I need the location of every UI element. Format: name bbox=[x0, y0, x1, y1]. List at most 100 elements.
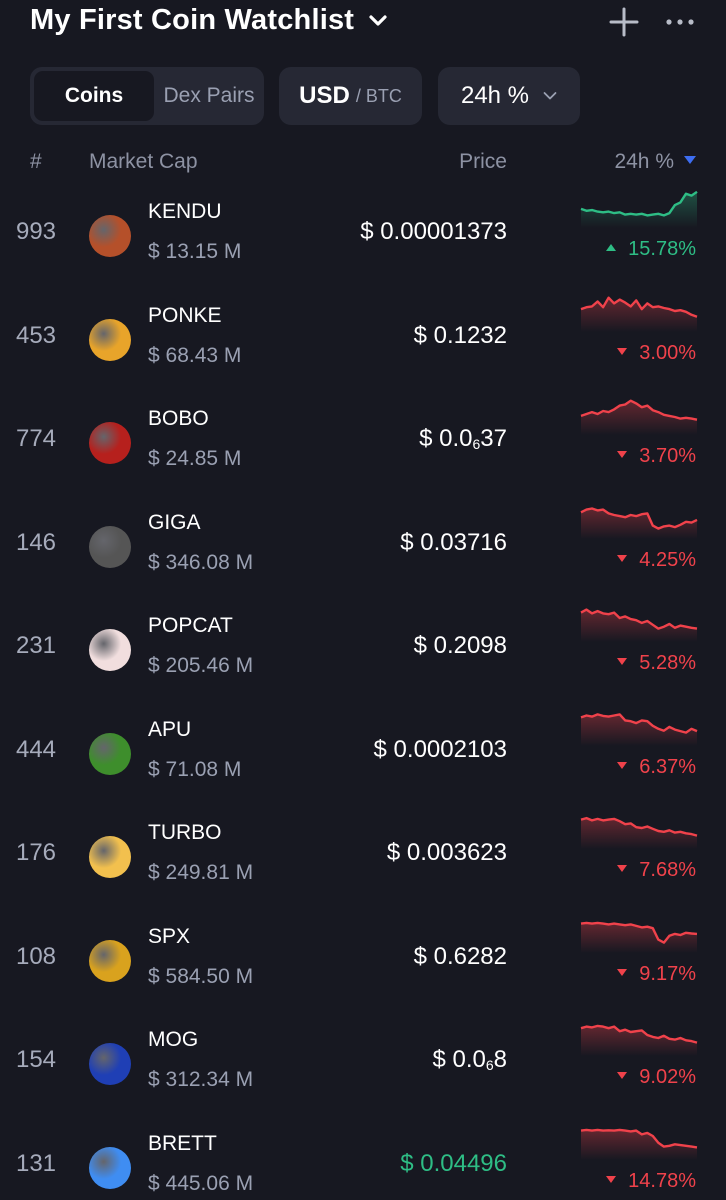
coin-24h-change: 7.68% bbox=[617, 859, 696, 882]
coin-market-cap: $ 205.46 M bbox=[148, 654, 254, 677]
coin-24h-change: 9.02% bbox=[617, 1066, 696, 1089]
coin-symbol: BRETT bbox=[148, 1132, 217, 1155]
coin-price: $ 0.00001373 bbox=[360, 218, 507, 246]
coin-24h-change: 4.25% bbox=[617, 549, 696, 572]
view-segmented-control: Coins Dex Pairs bbox=[30, 67, 264, 125]
coin-row[interactable]: 993 KENDU $ 13.15 M $ 0.00001373 15.78% bbox=[0, 190, 726, 303]
coin-row[interactable]: 444 APU $ 71.08 M $ 0.0002103 6.37% bbox=[0, 713, 726, 821]
coin-price-main: $ 0.1232 bbox=[413, 322, 507, 349]
sort-desc-icon bbox=[684, 156, 696, 165]
coin-row[interactable]: 146 GIGA $ 346.08 M $ 0.03716 4.25% bbox=[0, 507, 726, 614]
more-options-icon[interactable] bbox=[664, 14, 696, 30]
coin-logo bbox=[89, 319, 131, 361]
coin-price: $ 0.0002103 bbox=[374, 736, 507, 764]
sparkline-area bbox=[581, 508, 697, 539]
sparkline-chart bbox=[580, 190, 698, 228]
tab-dex-pairs[interactable]: Dex Pairs bbox=[156, 71, 262, 121]
coin-price-tail: 37 bbox=[480, 425, 507, 452]
coin-price: $ 0.6282 bbox=[414, 943, 507, 971]
coin-row[interactable]: 154 MOG $ 312.34 M $ 0.068 9.02% bbox=[0, 1024, 726, 1131]
watchlist-title-dropdown[interactable]: My First Coin Watchlist bbox=[30, 4, 388, 37]
coin-price-main: $ 0.04496 bbox=[400, 1150, 507, 1177]
currency-toggle[interactable]: USD / BTC bbox=[279, 67, 422, 125]
coin-price: $ 0.2098 bbox=[414, 632, 507, 660]
add-icon[interactable] bbox=[608, 6, 640, 38]
sparkline-area bbox=[581, 191, 697, 228]
coin-24h-change-value: 6.37% bbox=[639, 756, 696, 778]
coin-rank: 774 bbox=[15, 425, 57, 452]
coin-rank: 131 bbox=[15, 1150, 57, 1177]
sparkline-chart bbox=[580, 1024, 698, 1056]
coin-logo bbox=[89, 940, 131, 982]
coin-market-cap: $ 584.50 M bbox=[148, 965, 254, 988]
coin-24h-change-value: 3.70% bbox=[639, 445, 696, 467]
coin-price-main: $ 0.00001373 bbox=[360, 218, 507, 245]
coin-logo bbox=[89, 526, 131, 568]
coin-logo bbox=[89, 215, 131, 257]
sparkline-area bbox=[581, 818, 697, 849]
coin-logo bbox=[89, 422, 131, 464]
currency-btc-label: / BTC bbox=[355, 85, 402, 106]
coin-price: $ 0.003623 bbox=[387, 839, 507, 867]
coin-24h-change: 14.78% bbox=[606, 1170, 696, 1193]
coin-24h-change: 15.78% bbox=[606, 238, 696, 261]
period-dropdown[interactable]: 24h % bbox=[438, 67, 580, 125]
coin-row[interactable]: 176 TURBO $ 249.81 M $ 0.003623 7.68% bbox=[0, 816, 726, 924]
coin-symbol: KENDU bbox=[148, 200, 222, 223]
coin-market-cap: $ 24.85 M bbox=[148, 447, 242, 470]
coin-row[interactable]: 453 PONKE $ 68.43 M $ 0.1232 3.00% bbox=[0, 296, 726, 407]
triangle-down-icon bbox=[617, 1072, 628, 1080]
coin-logo bbox=[89, 836, 131, 878]
coin-24h-change: 9.17% bbox=[617, 963, 696, 986]
coin-market-cap: $ 13.15 M bbox=[148, 240, 242, 263]
header: My First Coin Watchlist bbox=[0, 0, 726, 48]
coin-rank: 453 bbox=[15, 322, 57, 349]
triangle-up-icon bbox=[606, 244, 617, 252]
coin-24h-change: 3.00% bbox=[617, 342, 696, 365]
coin-price-main: $ 0.003623 bbox=[386, 839, 507, 866]
coin-row[interactable]: 774 BOBO $ 24.85 M $ 0.0637 3.70% bbox=[0, 399, 726, 510]
coin-price-main: $ 0.0 bbox=[432, 1046, 486, 1073]
currency-usd-label: USD bbox=[299, 82, 350, 109]
coin-rank: 154 bbox=[15, 1046, 57, 1073]
triangle-down-icon bbox=[617, 658, 628, 666]
coin-row[interactable]: 231 POPCAT $ 205.46 M $ 0.2098 5.28% bbox=[0, 608, 726, 717]
coin-market-cap: $ 445.06 M bbox=[148, 1172, 254, 1195]
column-header-rank[interactable]: # bbox=[30, 150, 42, 174]
sparkline-chart bbox=[580, 1128, 698, 1160]
coin-price: $ 0.1232 bbox=[414, 322, 507, 350]
coin-symbol: PONKE bbox=[148, 304, 222, 327]
coin-price: $ 0.068 bbox=[432, 1046, 507, 1074]
coin-rank: 993 bbox=[15, 218, 57, 245]
coin-24h-change: 6.37% bbox=[617, 756, 696, 779]
coin-price-main: $ 0.0002103 bbox=[373, 736, 507, 763]
coin-logo bbox=[89, 1147, 131, 1189]
coin-row[interactable]: 131 BRETT $ 445.06 M $ 0.04496 14.78% bbox=[0, 1128, 726, 1200]
coin-symbol: BOBO bbox=[148, 407, 209, 430]
triangle-down-icon bbox=[606, 1176, 617, 1184]
coin-symbol: POPCAT bbox=[148, 614, 233, 637]
sparkline-chart bbox=[580, 399, 698, 435]
column-header-price[interactable]: Price bbox=[459, 150, 507, 174]
triangle-down-icon bbox=[617, 555, 628, 563]
triangle-down-icon bbox=[617, 762, 628, 770]
coin-market-cap: $ 346.08 M bbox=[148, 551, 254, 574]
coin-symbol: TURBO bbox=[148, 821, 222, 844]
column-header-market-cap[interactable]: Market Cap bbox=[89, 150, 198, 174]
coin-24h-change-value: 7.68% bbox=[639, 859, 696, 881]
coin-row[interactable]: 108 SPX $ 584.50 M $ 0.6282 9.17% bbox=[0, 921, 726, 1028]
coin-24h-change: 5.28% bbox=[617, 652, 696, 675]
period-label: 24h % bbox=[460, 82, 530, 109]
coin-market-cap: $ 71.08 M bbox=[148, 758, 242, 781]
sparkline-chart bbox=[580, 713, 698, 746]
tab-coins[interactable]: Coins bbox=[34, 71, 154, 121]
coin-24h-change-value: 4.25% bbox=[639, 549, 696, 571]
coin-rank: 444 bbox=[15, 736, 57, 763]
coin-logo bbox=[89, 1043, 131, 1085]
coin-symbol: APU bbox=[148, 718, 192, 741]
chevron-down-icon bbox=[543, 92, 557, 100]
coin-price-zero-count: 6 bbox=[485, 1057, 494, 1073]
page-title: My First Coin Watchlist bbox=[30, 4, 355, 36]
coin-24h-change-value: 9.17% bbox=[639, 963, 696, 985]
column-header-24h-change[interactable]: 24h % bbox=[614, 150, 696, 174]
